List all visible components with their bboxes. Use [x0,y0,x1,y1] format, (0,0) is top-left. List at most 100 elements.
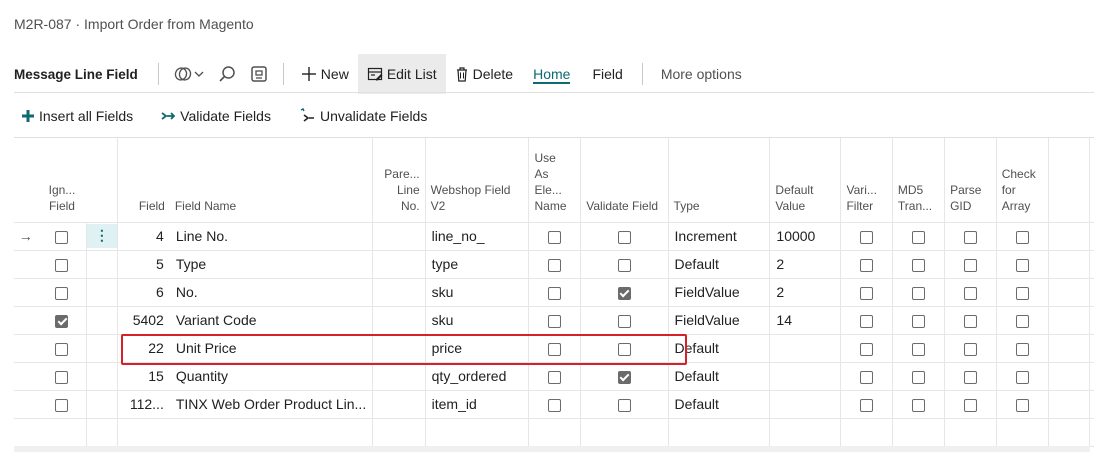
row-actions-cell[interactable] [85,361,118,390]
checkbox-unchecked[interactable] [1015,286,1029,300]
type-cell[interactable]: Default [667,333,770,362]
checkbox-unchecked[interactable] [963,370,977,384]
checkbox-checked[interactable] [617,286,631,300]
checkbox-unchecked[interactable] [911,258,925,272]
tab-field[interactable]: Field [581,54,633,94]
md5-transform-checkbox[interactable] [891,389,945,418]
table-row[interactable]: → ⋮ 4 Line No. line_no_ Increment 10000 [14,221,1094,250]
parse-gid-checkbox[interactable] [944,361,997,390]
empty-cell[interactable] [372,417,426,447]
use-as-element-name-checkbox[interactable] [528,361,581,390]
parse-gid-checkbox[interactable] [944,389,997,418]
variant-filter-checkbox[interactable] [840,249,893,278]
field-no-cell[interactable]: 6 [116,277,170,306]
checkbox-unchecked[interactable] [911,398,925,412]
parse-gid-checkbox[interactable] [944,305,997,334]
checkbox-unchecked[interactable] [548,314,562,328]
col-validate-field[interactable]: Validate Field [580,138,669,222]
webshop-field-cell[interactable]: sku [424,277,529,306]
ignore-field-checkbox[interactable] [37,249,87,278]
checkbox-unchecked[interactable] [55,258,69,272]
empty-cell[interactable] [424,417,529,447]
parse-gid-checkbox[interactable] [944,277,997,306]
checkbox-unchecked[interactable] [55,286,69,300]
type-cell[interactable]: Default [667,389,770,418]
check-for-array-checkbox[interactable] [995,361,1049,390]
checkbox-unchecked[interactable] [860,370,874,384]
checkbox-unchecked[interactable] [911,370,925,384]
horizontal-scrollbar[interactable] [14,446,1090,452]
default-value-cell[interactable] [769,389,841,418]
ignore-field-checkbox[interactable] [37,221,87,250]
checkbox-unchecked[interactable] [860,398,874,412]
empty-cell[interactable] [1047,417,1094,447]
ignore-field-checkbox[interactable] [37,277,87,306]
row-actions-cell[interactable] [85,389,118,418]
table-row[interactable]: 5402 Variant Code sku FieldValue 14 [14,305,1094,334]
check-for-array-checkbox[interactable] [995,277,1049,306]
default-value-cell[interactable] [769,361,841,390]
checkbox-unchecked[interactable] [963,258,977,272]
empty-cell[interactable] [580,417,669,447]
table-row[interactable]: 15 Quantity qty_ordered Default [14,361,1094,390]
checkbox-unchecked[interactable] [548,258,562,272]
checkbox-unchecked[interactable] [860,286,874,300]
webshop-field-cell[interactable]: qty_ordered [424,361,529,390]
table-row[interactable]: 112... TINX Web Order Product Lin... item_… [14,389,1094,418]
field-no-cell[interactable]: 4 [116,221,170,250]
checkbox-unchecked[interactable] [55,230,69,244]
webshop-field-cell[interactable]: item_id [424,389,529,418]
checkbox-unchecked[interactable] [911,230,925,244]
field-no-cell[interactable]: 112... [116,389,170,418]
col-check-for-array[interactable]: Check for Array [995,138,1049,222]
analysis-icon[interactable] [243,54,275,94]
use-as-element-name-checkbox[interactable] [528,305,581,334]
field-no-cell[interactable]: 5 [116,249,170,278]
col-parse-gid[interactable]: Parse GID [944,138,997,222]
row-selector[interactable] [14,333,38,362]
empty-row[interactable] [14,417,1094,447]
table-row[interactable]: 5 Type type Default 2 [14,249,1094,278]
empty-cell[interactable] [891,417,945,447]
row-selector[interactable] [14,277,38,306]
more-dots-icon[interactable]: ⋮ [87,224,117,248]
col-type[interactable]: Type [667,138,770,222]
variant-filter-checkbox[interactable] [840,389,893,418]
field-name-cell[interactable]: Type [169,249,373,278]
checkbox-unchecked[interactable] [963,314,977,328]
type-cell[interactable]: FieldValue [667,277,770,306]
checkbox-unchecked[interactable] [1015,398,1029,412]
check-for-array-checkbox[interactable] [995,333,1049,362]
checkbox-checked[interactable] [617,370,631,384]
ignore-field-checkbox[interactable] [37,361,87,390]
row-actions-cell[interactable] [85,249,118,278]
checkbox-unchecked[interactable] [860,230,874,244]
webshop-field-cell[interactable]: line_no_ [424,221,529,250]
row-selector[interactable] [14,305,38,334]
variant-filter-checkbox[interactable] [840,333,893,362]
checkbox-unchecked[interactable] [617,342,631,356]
validate-field-checkbox[interactable] [580,305,669,334]
checkbox-unchecked[interactable] [548,398,562,412]
delete-button[interactable]: Delete [446,54,522,94]
table-row[interactable]: 6 No. sku FieldValue 2 [14,277,1094,306]
checkbox-unchecked[interactable] [1015,258,1029,272]
check-for-array-checkbox[interactable] [995,249,1049,278]
validate-field-checkbox[interactable] [580,221,669,250]
checkbox-unchecked[interactable] [55,342,69,356]
checkbox-unchecked[interactable] [963,342,977,356]
empty-cell[interactable] [840,417,893,447]
ignore-field-checkbox[interactable] [37,305,87,334]
variant-filter-checkbox[interactable] [840,221,893,250]
variant-filter-checkbox[interactable] [840,305,893,334]
md5-transform-checkbox[interactable] [891,361,945,390]
ignore-field-checkbox[interactable] [37,333,87,362]
parent-line-no-cell[interactable] [372,221,426,250]
col-field[interactable]: Field [116,138,170,222]
field-name-cell[interactable]: Quantity [169,361,373,390]
checkbox-unchecked[interactable] [55,370,69,384]
parent-line-no-cell[interactable] [372,361,426,390]
parse-gid-checkbox[interactable] [944,249,997,278]
validate-fields-button[interactable]: Validate Fields [161,108,271,124]
current-row-arrow-icon[interactable]: → [14,221,38,250]
